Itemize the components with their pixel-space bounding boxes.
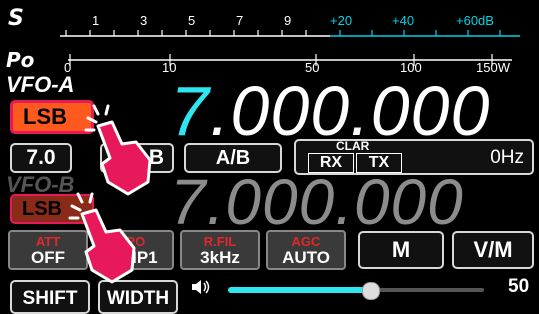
volume-slider[interactable] (228, 282, 498, 300)
volume-value: 50 (508, 276, 530, 297)
width-button[interactable]: WIDTH (98, 280, 178, 314)
vfo-b-mode-label: LSB (22, 197, 62, 220)
rfil-value: 3kHz (200, 248, 240, 267)
clar-label: CLAR (336, 139, 370, 153)
rfil-label: R.FIL (203, 234, 237, 249)
speaker-icon (192, 280, 210, 294)
clar-offset: 0Hz (490, 147, 524, 168)
pointer-hand-icon (84, 104, 152, 196)
agc-value: AUTO (282, 248, 330, 267)
vfo-a-mode-button[interactable]: LSB (10, 100, 94, 134)
step-button[interactable]: 7.0 (10, 143, 72, 173)
volume-knob[interactable] (362, 282, 380, 300)
vfo-memory-button[interactable]: V/M (452, 231, 534, 269)
volume-fill (228, 287, 370, 293)
vfo-a-label: VFO-A (6, 72, 75, 97)
vfo-a-mode-label: LSB (23, 104, 67, 129)
vfo-a-freq-mhz: 7 (170, 72, 210, 150)
shift-button[interactable]: SHIFT (10, 280, 90, 314)
rfil-button[interactable]: R.FIL 3kHz (180, 230, 260, 270)
memory-button[interactable]: M (358, 231, 444, 269)
vfo-memory-label: V/M (473, 237, 513, 262)
agc-label: AGC (291, 234, 321, 249)
step-label: 7.0 (26, 146, 56, 169)
agc-button[interactable]: AGC AUTO (266, 230, 346, 270)
memory-label: M (391, 237, 411, 262)
pointer-hand-icon-2 (68, 192, 136, 284)
vfo-b-frequency: 7.000.000 (170, 166, 464, 238)
